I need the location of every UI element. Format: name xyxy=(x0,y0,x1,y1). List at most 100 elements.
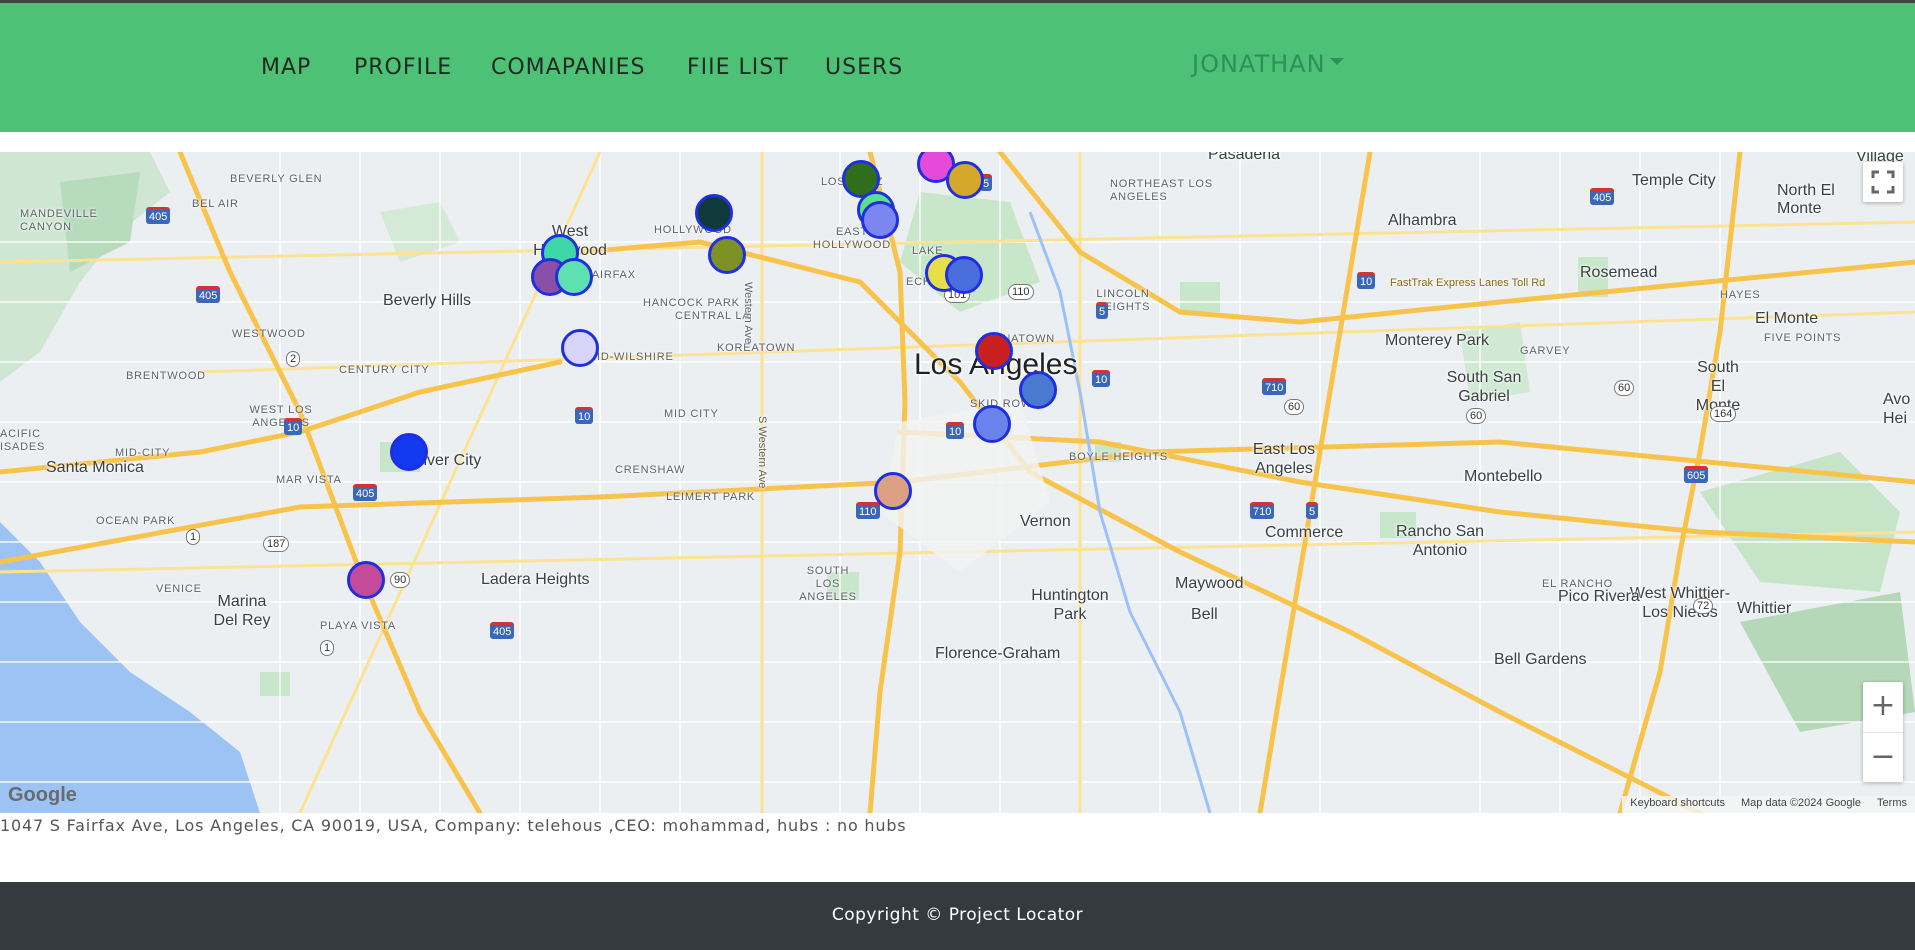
place-label: East Los Angeles xyxy=(1252,441,1316,477)
highway-shield: 405 xyxy=(146,207,171,224)
zoom-out-button[interactable]: − xyxy=(1863,732,1903,782)
place-label: West Whittier-Los Nietos xyxy=(1629,585,1731,621)
place-label: OCEAN PARK xyxy=(96,515,176,527)
nav-link-file-list[interactable]: FIIE LIST xyxy=(687,55,789,80)
google-logo[interactable]: Google xyxy=(8,784,77,807)
place-label: BRENTWOOD xyxy=(126,370,206,382)
place-label: Pasadena xyxy=(1208,152,1281,163)
location-marker[interactable] xyxy=(347,561,385,599)
keyboard-shortcuts-link[interactable]: Keyboard shortcuts xyxy=(1622,796,1733,813)
highway-shield: 110 xyxy=(856,502,880,519)
place-label: WESTWOOD xyxy=(232,328,306,340)
highway-shield: 10 xyxy=(1092,370,1111,387)
place-label: Avo Hei xyxy=(1883,391,1911,427)
place-label: HANCOCK PARK xyxy=(643,297,740,309)
highway-shield: 60 xyxy=(1614,380,1635,396)
location-marker[interactable] xyxy=(973,405,1011,443)
map-data-credit: Map data ©2024 Google xyxy=(1741,797,1862,809)
highway-shield: 710 xyxy=(1262,378,1287,395)
place-label: Bell Gardens xyxy=(1494,651,1587,668)
location-marker[interactable] xyxy=(861,201,899,239)
nav-link-map[interactable]: MAP xyxy=(261,55,311,80)
place-label: BEL AIR xyxy=(192,198,239,210)
place-label: Monterey Park xyxy=(1385,332,1490,349)
highway-shield: 90 xyxy=(390,572,411,588)
place-label: Montebello xyxy=(1464,468,1543,485)
highway-shield: 605 xyxy=(1684,466,1709,483)
highway-shield: 10 xyxy=(946,422,965,439)
location-marker[interactable] xyxy=(1019,371,1057,409)
highway-shield: 10 xyxy=(1357,272,1376,289)
location-marker[interactable] xyxy=(561,329,599,367)
location-marker[interactable] xyxy=(708,236,746,274)
caret-down-icon xyxy=(1329,57,1344,65)
place-label: Rosemead xyxy=(1580,264,1658,281)
nav-link-profile[interactable]: PROFILE xyxy=(354,55,452,80)
place-label: PLAYA VISTA xyxy=(320,620,397,632)
highway-shield: 405 xyxy=(1590,188,1615,205)
user-dropdown[interactable]: JONATHAN xyxy=(1192,50,1344,78)
nav-link-users[interactable]: USERS xyxy=(825,55,903,80)
location-marker[interactable] xyxy=(946,161,984,199)
place-label: Santa Monica xyxy=(46,459,144,476)
terms-link[interactable]: Terms xyxy=(1869,796,1915,813)
place-label: Huntington Park xyxy=(1031,587,1109,623)
place-label: Temple City xyxy=(1632,172,1716,189)
nav-link-companies[interactable]: COMAPANIES xyxy=(491,55,645,80)
place-label: Vernon xyxy=(1020,513,1071,530)
place-label: LEIMERT PARK xyxy=(666,491,756,503)
place-label: Marina Del Rey xyxy=(213,593,271,629)
location-marker[interactable] xyxy=(945,256,983,294)
road-label: S Western Ave xyxy=(756,416,768,489)
place-label: VENICE xyxy=(156,583,202,595)
copyright-text: Copyright © Project Locator xyxy=(831,905,1084,925)
place-label: Alhambra xyxy=(1388,212,1457,229)
location-marker[interactable] xyxy=(695,194,733,232)
place-label: Pico Rivera xyxy=(1558,588,1640,605)
place-label: GARVEY xyxy=(1520,345,1571,357)
highway-shield: 60 xyxy=(1466,408,1487,424)
location-marker[interactable] xyxy=(975,332,1013,370)
place-label: HAYES xyxy=(1720,289,1761,301)
location-marker[interactable] xyxy=(555,258,593,296)
highway-shield: 72 xyxy=(1693,598,1714,614)
place-label: SOUTH LOS ANGELES xyxy=(799,565,857,603)
footer: Copyright © Project Locator xyxy=(0,882,1915,950)
fullscreen-icon xyxy=(1871,170,1895,194)
place-label: CENTURY CITY xyxy=(339,364,430,376)
place-label: FIVE POINTS xyxy=(1764,332,1842,344)
place-label: MID-CITY xyxy=(115,447,171,459)
place-label: Bell xyxy=(1191,606,1218,623)
highway-shield: 10 xyxy=(575,407,594,424)
map-attribution: Keyboard shortcuts Map data ©2024 Google… xyxy=(1622,796,1915,813)
location-marker[interactable] xyxy=(874,472,912,510)
highway-shield: 60 xyxy=(1284,399,1305,415)
place-label: Florence-Graham xyxy=(935,645,1061,662)
place-label: CRENSHAW xyxy=(615,464,686,476)
place-label: CENTRAL LA xyxy=(675,310,751,322)
place-label: Beverly Hills xyxy=(383,292,472,309)
map-canvas[interactable]: Pasadena Village Temple City North El Mo… xyxy=(0,152,1915,813)
place-label: KOREATOWN xyxy=(717,342,796,354)
place-label: NORTHEAST LOS ANGELES xyxy=(1110,178,1213,203)
highway-shield: 164 xyxy=(1710,406,1737,422)
navbar: MAP PROFILE COMAPANIES FIIE LIST USERS J… xyxy=(0,3,1915,132)
road-label: FastTrak Express Lanes Toll Rd xyxy=(1390,277,1546,289)
place-label: Ladera Heights xyxy=(481,571,590,588)
fullscreen-button[interactable] xyxy=(1863,162,1903,202)
highway-shield: 710 xyxy=(1250,502,1275,519)
zoom-in-button[interactable]: + xyxy=(1863,682,1903,732)
highway-shield: 110 xyxy=(1008,284,1034,300)
highway-shield: 5 xyxy=(1306,502,1319,519)
highway-shield: 405 xyxy=(490,622,515,639)
highway-shield: 2 xyxy=(286,351,301,367)
highway-shield: 187 xyxy=(263,536,290,552)
place-label: Rancho San Antonio xyxy=(1395,523,1485,559)
place-label: MANDEVILLE CANYON xyxy=(20,208,98,233)
place-label: North El Monte xyxy=(1777,182,1835,217)
place-label: Commerce xyxy=(1265,524,1344,541)
road-label: Western Ave xyxy=(742,282,754,344)
highway-shield: 1 xyxy=(186,529,201,545)
place-label: Whittier xyxy=(1737,600,1792,617)
location-marker[interactable] xyxy=(390,433,428,471)
